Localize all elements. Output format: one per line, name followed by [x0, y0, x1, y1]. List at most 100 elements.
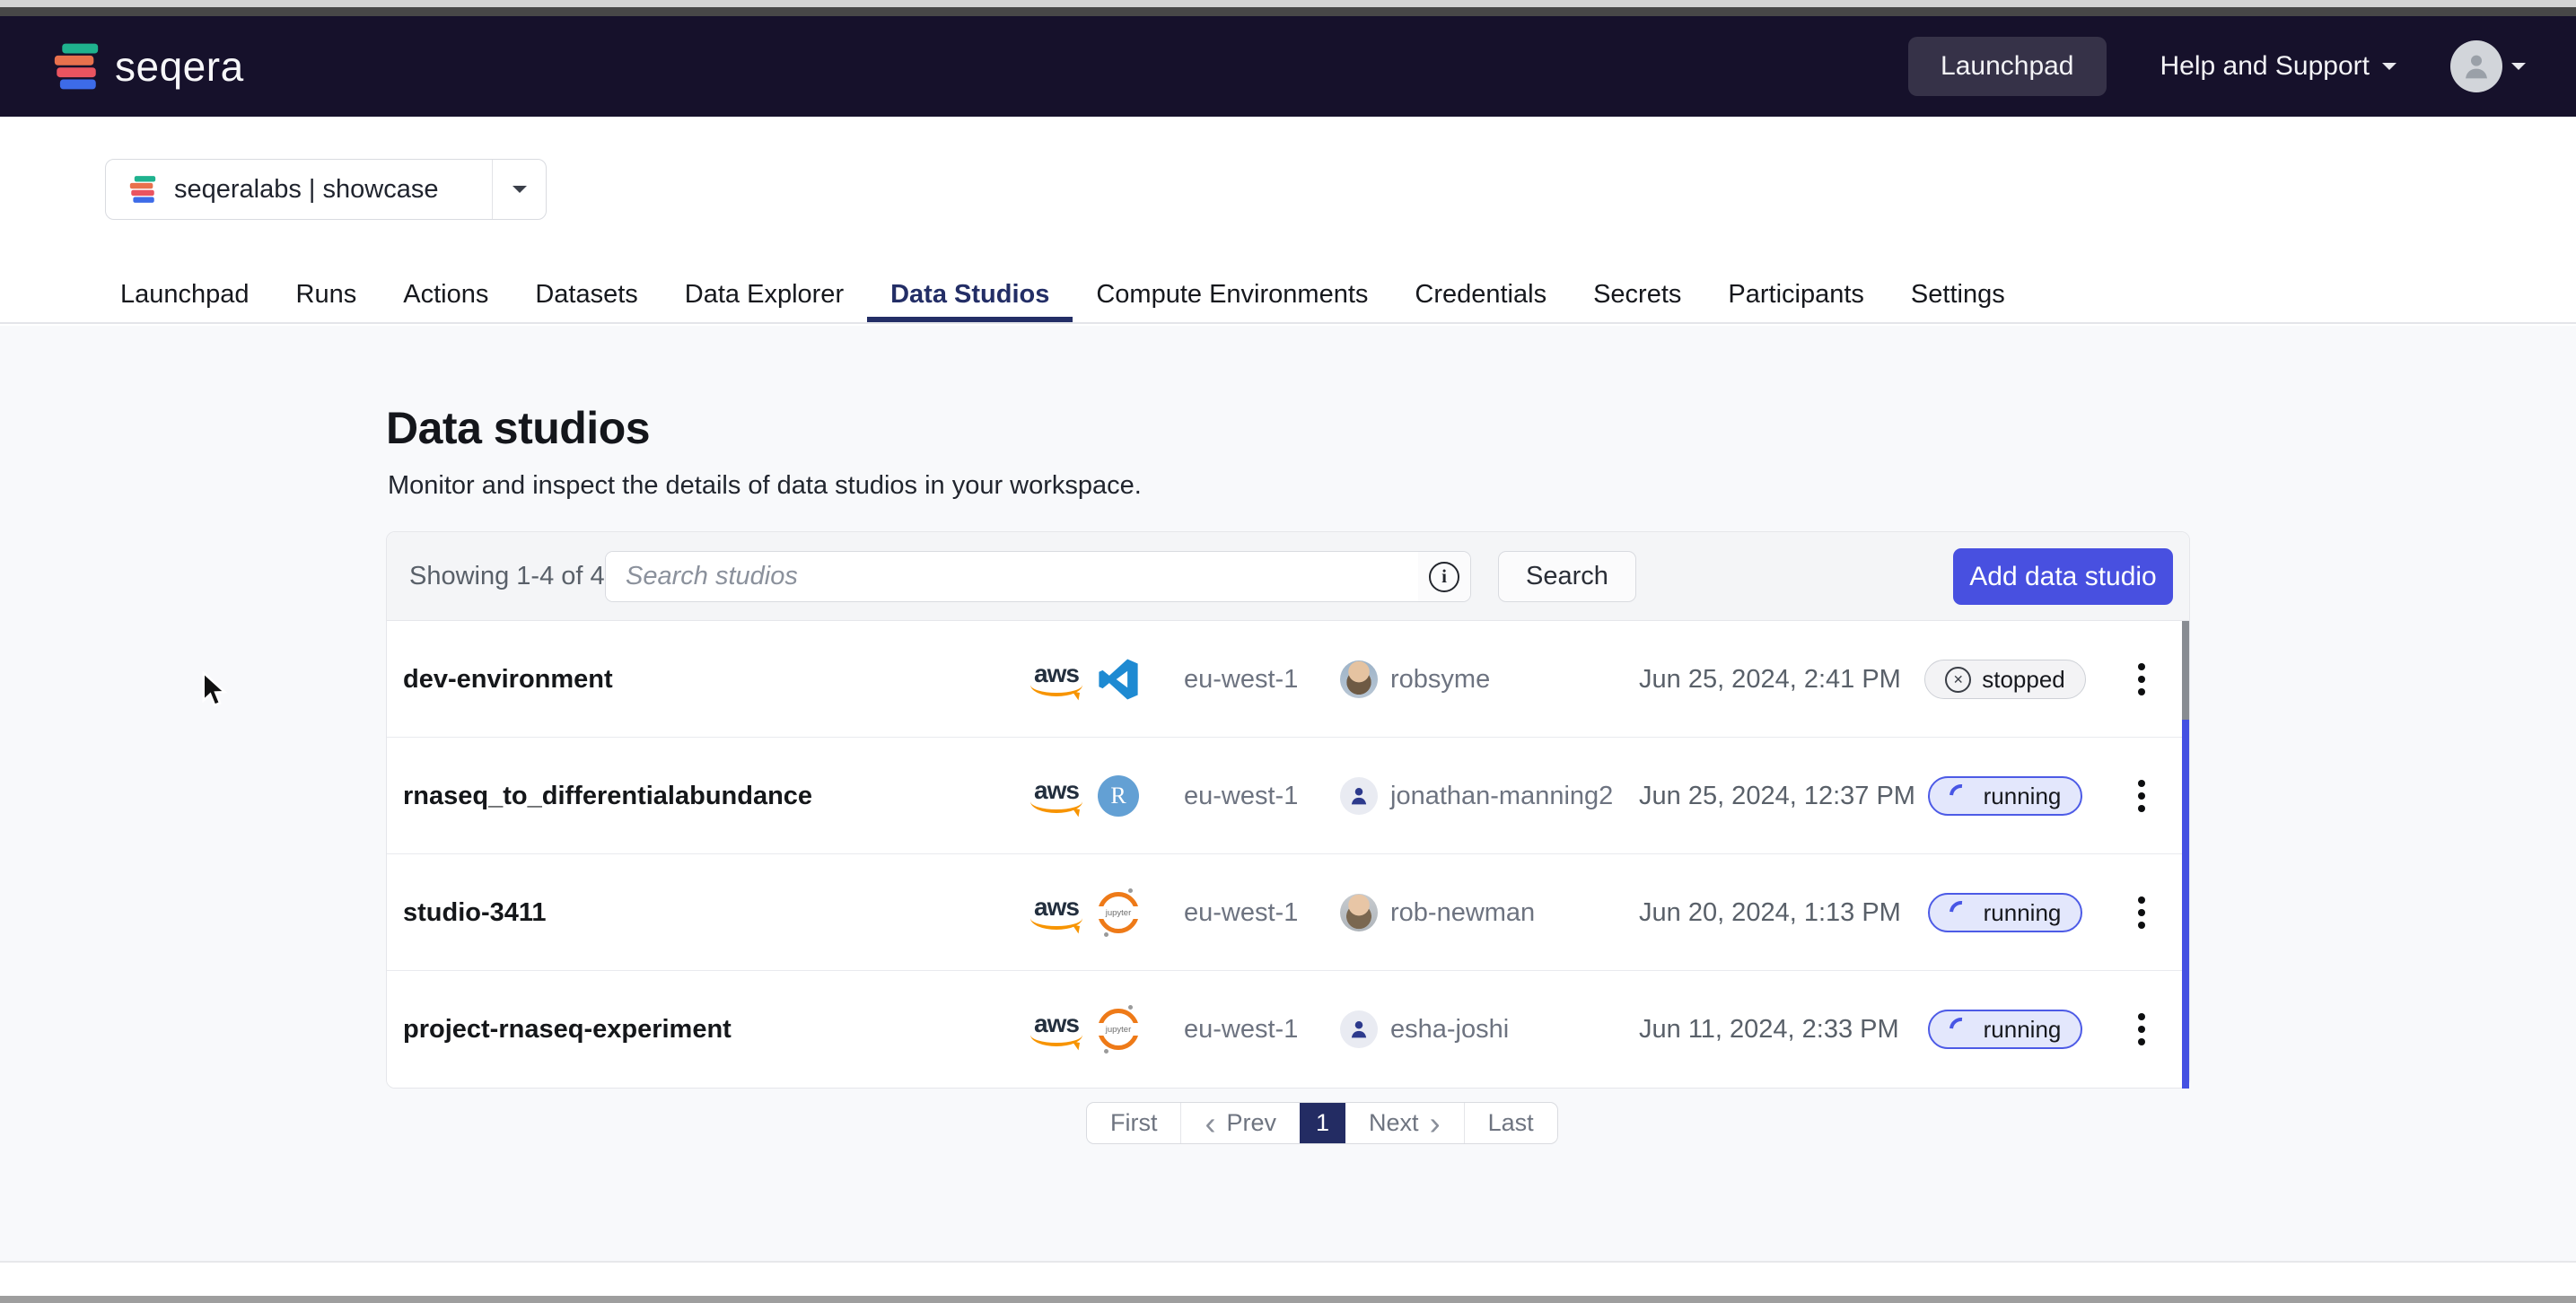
tab-data-explorer[interactable]: Data Explorer: [662, 267, 867, 322]
status-badge-running: running: [1928, 893, 2083, 932]
search-input[interactable]: [606, 552, 1418, 601]
add-data-studio-button[interactable]: Add data studio: [1953, 548, 2173, 605]
seqera-mark-icon: [50, 40, 102, 92]
pagination: First ‹Prev 1 Next› Last: [1086, 1102, 1558, 1144]
page-subtitle: Monitor and inspect the details of data …: [388, 471, 1142, 501]
table-row[interactable]: rnaseq_to_differentialabundance aws R eu…: [387, 738, 2189, 854]
workspace-selector[interactable]: seqeralabs | showcase: [105, 159, 547, 220]
circle-x-icon: ✕: [1945, 667, 1971, 693]
region-label: eu-west-1: [1184, 782, 1298, 811]
aws-icon: aws: [1026, 663, 1087, 696]
help-and-support-menu[interactable]: Help and Support: [2160, 51, 2397, 82]
tab-launchpad[interactable]: Launchpad: [97, 267, 273, 322]
row-menu-button[interactable]: [2129, 1004, 2154, 1054]
browser-top-strip: [0, 0, 2576, 7]
tab-secrets[interactable]: Secrets: [1570, 267, 1704, 322]
chevron-down-icon: [2382, 63, 2396, 77]
data-studios-table: Showing 1-4 of 4 i Search Add data studi…: [386, 531, 2190, 1089]
search-info-button[interactable]: i: [1418, 552, 1470, 601]
page-title: Data studios: [386, 402, 650, 454]
tab-participants[interactable]: Participants: [1704, 267, 1888, 322]
pagination-prev-button[interactable]: ‹Prev: [1180, 1103, 1300, 1143]
tab-data-studios[interactable]: Data Studios: [867, 267, 1073, 322]
user-avatar-icon: [1340, 1010, 1378, 1048]
workspace-selector-toggle[interactable]: [492, 160, 546, 219]
browser-bottom-strip: [0, 1296, 2576, 1303]
spinner-icon: [1944, 1013, 1977, 1046]
table-row[interactable]: dev-environment aws eu-west-1 robsyme: [387, 621, 2189, 738]
row-menu-button[interactable]: [2129, 654, 2154, 704]
user-name: robsyme: [1390, 665, 1490, 695]
aws-icon: aws: [1026, 896, 1087, 930]
app-screen: seqera Launchpad Help and Support: [0, 0, 2576, 1303]
user-name: esha-joshi: [1390, 1015, 1509, 1045]
chevron-right-icon: ›: [1430, 1115, 1441, 1132]
info-circle-icon: i: [1429, 562, 1459, 592]
region-label: eu-west-1: [1184, 1015, 1298, 1045]
table-row[interactable]: project-rnaseq-experiment aws jupyter eu…: [387, 971, 2189, 1088]
chevron-down-icon: [2511, 63, 2526, 77]
tab-actions[interactable]: Actions: [380, 267, 512, 322]
launchpad-button[interactable]: Launchpad: [1908, 37, 2106, 96]
spinner-icon: [1944, 896, 1977, 930]
status-badge-stopped: ✕ stopped: [1924, 660, 2086, 699]
user-avatar-icon: [2450, 40, 2502, 92]
tab-credentials[interactable]: Credentials: [1391, 267, 1570, 322]
tab-settings[interactable]: Settings: [1888, 267, 2028, 322]
showing-count-label: Showing 1-4 of 4: [409, 532, 605, 621]
pagination-next-button[interactable]: Next›: [1345, 1103, 1464, 1143]
tab-runs[interactable]: Runs: [273, 267, 381, 322]
user-avatar-photo: [1340, 660, 1378, 698]
browser-frame-strip: [0, 7, 2576, 16]
created-date: Jun 25, 2024, 12:37 PM: [1639, 782, 1915, 811]
created-date: Jun 25, 2024, 2:41 PM: [1639, 665, 1901, 695]
user-name: jonathan-manning2: [1390, 782, 1613, 811]
user-menu[interactable]: [2450, 40, 2526, 92]
pagination-first-button[interactable]: First: [1087, 1103, 1180, 1143]
pagination-current-page[interactable]: 1: [1300, 1103, 1345, 1143]
created-date: Jun 11, 2024, 2:33 PM: [1639, 1015, 1899, 1045]
tab-datasets[interactable]: Datasets: [512, 267, 661, 322]
studio-name: dev-environment: [403, 665, 613, 695]
table-right-accent-bar: [2182, 720, 2189, 1089]
studio-name: rnaseq_to_differentialabundance: [403, 782, 812, 811]
studio-name: studio-3411: [403, 898, 547, 928]
created-date: Jun 20, 2024, 1:13 PM: [1639, 898, 1901, 928]
chevron-down-icon: [513, 186, 527, 200]
footer-divider: [0, 1261, 2576, 1263]
help-and-support-label: Help and Support: [2160, 51, 2370, 82]
row-menu-button[interactable]: [2129, 888, 2154, 938]
status-badge-running: running: [1928, 1010, 2083, 1049]
top-navbar: seqera Launchpad Help and Support: [0, 16, 2576, 117]
row-menu-button[interactable]: [2129, 771, 2154, 821]
spinner-icon: [1944, 780, 1977, 813]
tab-compute-environments[interactable]: Compute Environments: [1073, 267, 1391, 322]
seqera-mark-icon: [127, 174, 158, 205]
search-button[interactable]: Search: [1498, 551, 1636, 602]
jupyter-icon: jupyter: [1098, 1009, 1139, 1050]
table-row[interactable]: studio-3411 aws jupyter eu-west-1 rob-ne…: [387, 854, 2189, 971]
aws-icon: aws: [1026, 780, 1087, 813]
brand-name: seqera: [115, 42, 244, 91]
status-badge-running: running: [1928, 776, 2083, 816]
seqera-logo[interactable]: seqera: [50, 40, 244, 92]
main-content: Data studios Monitor and inspect the det…: [0, 326, 2576, 1262]
chevron-left-icon: ‹: [1205, 1115, 1215, 1132]
user-name: rob-newman: [1390, 898, 1535, 928]
table-rows: dev-environment aws eu-west-1 robsyme: [387, 621, 2189, 1088]
jupyter-icon: jupyter: [1098, 892, 1139, 933]
rstudio-icon: R: [1098, 775, 1139, 817]
vscode-icon: [1098, 659, 1139, 700]
workspace-tabs: Launchpad Runs Actions Datasets Data Exp…: [0, 267, 2576, 324]
pagination-last-button[interactable]: Last: [1464, 1103, 1557, 1143]
search-input-group: i: [605, 551, 1471, 602]
region-label: eu-west-1: [1184, 898, 1298, 928]
table-toolbar: Showing 1-4 of 4 i Search Add data studi…: [387, 532, 2189, 621]
workspace-selector-value: seqeralabs | showcase: [174, 175, 438, 205]
user-avatar-photo: [1340, 894, 1378, 931]
aws-icon: aws: [1026, 1013, 1087, 1046]
studio-name: project-rnaseq-experiment: [403, 1015, 732, 1045]
region-label: eu-west-1: [1184, 665, 1298, 695]
vertical-scrollbar-thumb[interactable]: [2182, 621, 2189, 720]
user-avatar-icon: [1340, 777, 1378, 815]
